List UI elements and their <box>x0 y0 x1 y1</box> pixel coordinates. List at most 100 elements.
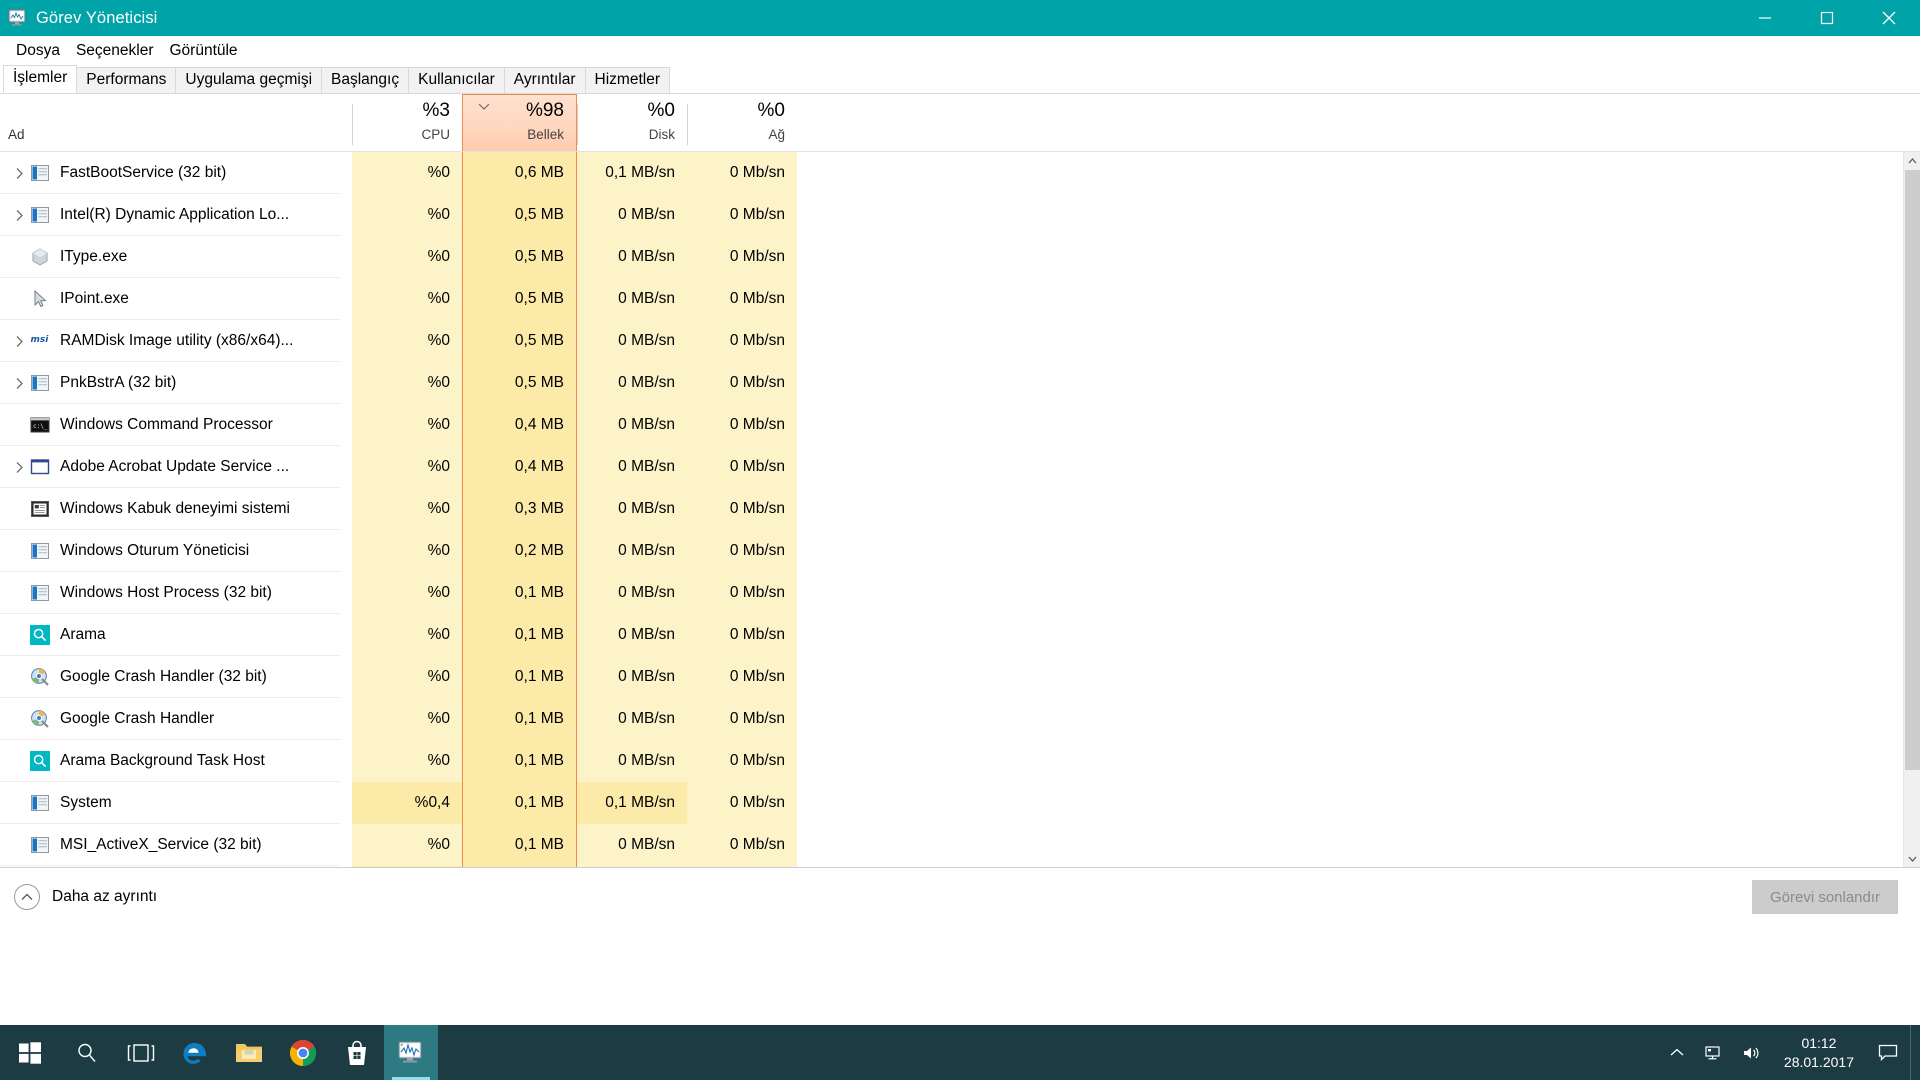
process-name-label: Arama Background Task Host <box>60 752 265 769</box>
column-header-disk[interactable]: %0 Disk <box>577 94 687 151</box>
column-header-bellek[interactable]: %98 Bellek <box>462 94 577 151</box>
close-button[interactable] <box>1858 0 1920 36</box>
svg-text:msi: msi <box>31 335 50 345</box>
column-header-cpu[interactable]: %3 CPU <box>352 94 462 151</box>
search-button[interactable] <box>60 1025 114 1080</box>
table-row[interactable]: FastBootService (32 bit) %0 0,6 MB 0,1 MB/s… <box>0 152 1920 194</box>
table-row[interactable]: c:\_ Windows Command Processor %0 0,4 MB 0 M… <box>0 404 1920 446</box>
table-row[interactable]: Intel(R) Dynamic Application Lo... %0 0,5 … <box>0 194 1920 236</box>
process-memory-cell: 0,1 MB <box>462 824 577 866</box>
column-label-ag: Ağ <box>768 127 785 142</box>
tab-hizmetler[interactable]: Hizmetler <box>584 67 670 93</box>
vertical-scrollbar[interactable] <box>1903 152 1920 867</box>
table-row[interactable]: Windows Host Process (32 bit) %0 0,1 MB 0 M… <box>0 572 1920 614</box>
process-list[interactable]: FastBootService (32 bit) %0 0,6 MB 0,1 MB/s… <box>0 152 1920 868</box>
process-name-cell[interactable]: c:\_ Windows Command Processor <box>0 404 352 446</box>
process-name-label: Intel(R) Dynamic Application Lo... <box>60 206 290 223</box>
menu-item-dosya[interactable]: Dosya <box>8 40 68 62</box>
process-name-cell[interactable]: Windows Kabuk deneyimi sistemi <box>0 488 352 530</box>
process-name-cell[interactable]: msi RAMDisk Image utility (x86/x64)... <box>0 320 352 362</box>
process-name-cell[interactable]: Google Crash Handler (32 bit) <box>0 656 352 698</box>
table-row[interactable]: IType.exe %0 0,5 MB 0 MB/sn 0 Mb/sn <box>0 236 1920 278</box>
process-name-label: IType.exe <box>60 248 128 265</box>
chevron-right-icon[interactable] <box>8 377 30 390</box>
chevron-up-icon[interactable] <box>1658 1025 1696 1080</box>
end-task-button[interactable]: Görevi sonlandır <box>1752 880 1898 914</box>
column-header-ad[interactable]: Ad <box>0 94 352 151</box>
table-row[interactable]: MSI_ActiveX_Service (32 bit) %0 0,1 MB 0 MB… <box>0 824 1920 866</box>
table-row[interactable]: Google Crash Handler (32 bit) %0 0,1 MB 0 M… <box>0 656 1920 698</box>
process-name-cell[interactable]: System <box>0 782 352 824</box>
crash-handler-icon <box>30 709 50 729</box>
tab-islemler[interactable]: İşlemler <box>3 65 78 93</box>
table-row[interactable]: Arama Background Task Host %0 0,1 MB 0 MB/s… <box>0 740 1920 782</box>
edge-button[interactable] <box>168 1025 222 1080</box>
menu-item-secenekler[interactable]: Seçenekler <box>68 40 162 62</box>
process-name-cell[interactable]: FastBootService (32 bit) <box>0 152 352 194</box>
table-row[interactable]: Arama %0 0,1 MB 0 MB/sn 0 Mb/sn <box>0 614 1920 656</box>
task-manager-button[interactable] <box>384 1025 438 1080</box>
table-row[interactable]: System %0,4 0,1 MB 0,1 MB/sn 0 Mb/sn <box>0 782 1920 824</box>
title-bar[interactable]: Görev Yöneticisi <box>0 0 1920 36</box>
table-row[interactable]: Windows Kabuk deneyimi sistemi %0 0,3 MB 0 … <box>0 488 1920 530</box>
chevron-right-icon[interactable] <box>8 335 30 348</box>
process-name-cell[interactable]: Google Crash Handler <box>0 698 352 740</box>
chevron-up-circle-icon[interactable] <box>14 884 40 910</box>
process-name-label: Windows Kabuk deneyimi sistemi <box>60 500 291 517</box>
process-memory-cell: 0,1 MB <box>462 614 577 656</box>
scroll-up-arrow[interactable] <box>1904 152 1920 169</box>
menu-item-goruntule[interactable]: Görüntüle <box>161 40 245 62</box>
table-row[interactable]: PnkBstrA (32 bit) %0 0,5 MB 0 MB/sn 0 Mb/sn <box>0 362 1920 404</box>
process-name-cell[interactable]: Windows Host Process (32 bit) <box>0 572 352 614</box>
process-name-label: Google Crash Handler <box>60 710 215 727</box>
process-name-cell[interactable]: Windows Oturum Yöneticisi <box>0 530 352 572</box>
tab-performans[interactable]: Performans <box>76 67 177 93</box>
process-name-cell[interactable]: MSI_ActiveX_Service (32 bit) <box>0 824 352 866</box>
process-net-cell: 0 Mb/sn <box>687 278 797 320</box>
less-detail-label[interactable]: Daha az ayrıntı <box>52 888 157 906</box>
process-name-cell[interactable]: IType.exe <box>0 236 352 278</box>
process-disk-cell: 0 MB/sn <box>577 824 687 866</box>
column-label-bellek: Bellek <box>527 127 564 142</box>
table-row[interactable]: IPoint.exe %0 0,5 MB 0 MB/sn 0 Mb/sn <box>0 278 1920 320</box>
app-window-icon <box>30 163 50 183</box>
taskbar-clock[interactable]: 01:12 28.01.2017 <box>1772 1034 1866 1072</box>
process-name-cell[interactable]: Intel(R) Dynamic Application Lo... <box>0 194 352 236</box>
table-row[interactable]: Google Crash Handler %0 0,1 MB 0 MB/sn 0 Mb/… <box>0 698 1920 740</box>
process-net-cell: 0 Mb/sn <box>687 404 797 446</box>
tab-kullanicilar[interactable]: Kullanıcılar <box>408 67 505 93</box>
chrome-button[interactable] <box>276 1025 330 1080</box>
tab-baslangic[interactable]: Başlangıç <box>321 67 410 93</box>
column-header-ag[interactable]: %0 Ağ <box>687 94 797 151</box>
table-row[interactable]: msi RAMDisk Image utility (x86/x64)... %0 0… <box>0 320 1920 362</box>
process-disk-cell: 0 MB/sn <box>577 740 687 782</box>
show-desktop-button[interactable] <box>1910 1025 1920 1080</box>
process-cpu-cell: %0 <box>352 698 462 740</box>
process-name-cell[interactable]: Adobe Acrobat Update Service ... <box>0 446 352 488</box>
scroll-down-arrow[interactable] <box>1904 850 1920 867</box>
store-button[interactable] <box>330 1025 384 1080</box>
speaker-icon[interactable] <box>1734 1025 1772 1080</box>
app-window-icon <box>30 373 50 393</box>
task-view-button[interactable] <box>114 1025 168 1080</box>
tab-ayrintilar[interactable]: Ayrıntılar <box>503 67 586 93</box>
tab-uygulama-gecmisi[interactable]: Uygulama geçmişi <box>175 67 323 93</box>
maximize-button[interactable] <box>1796 0 1858 36</box>
table-row[interactable]: Adobe Acrobat Update Service ... %0 0,4 MB… <box>0 446 1920 488</box>
minimize-button[interactable] <box>1734 0 1796 36</box>
start-button[interactable] <box>0 1025 60 1080</box>
chevron-right-icon[interactable] <box>8 461 30 474</box>
table-row[interactable]: Windows Oturum Yöneticisi %0 0,2 MB 0 MB/sn… <box>0 530 1920 572</box>
action-center-icon[interactable] <box>1866 1025 1910 1080</box>
process-name-cell[interactable]: Arama Background Task Host <box>0 740 352 782</box>
process-name-label: Adobe Acrobat Update Service ... <box>60 458 290 475</box>
process-name-cell[interactable]: PnkBstrA (32 bit) <box>0 362 352 404</box>
process-name-cell[interactable]: Arama <box>0 614 352 656</box>
network-icon[interactable] <box>1696 1025 1734 1080</box>
chevron-right-icon[interactable] <box>8 209 30 222</box>
scrollbar-thumb[interactable] <box>1905 170 1920 770</box>
chevron-right-icon[interactable] <box>8 167 30 180</box>
explorer-button[interactable] <box>222 1025 276 1080</box>
process-name-cell[interactable]: IPoint.exe <box>0 278 352 320</box>
process-net-cell: 0 Mb/sn <box>687 530 797 572</box>
